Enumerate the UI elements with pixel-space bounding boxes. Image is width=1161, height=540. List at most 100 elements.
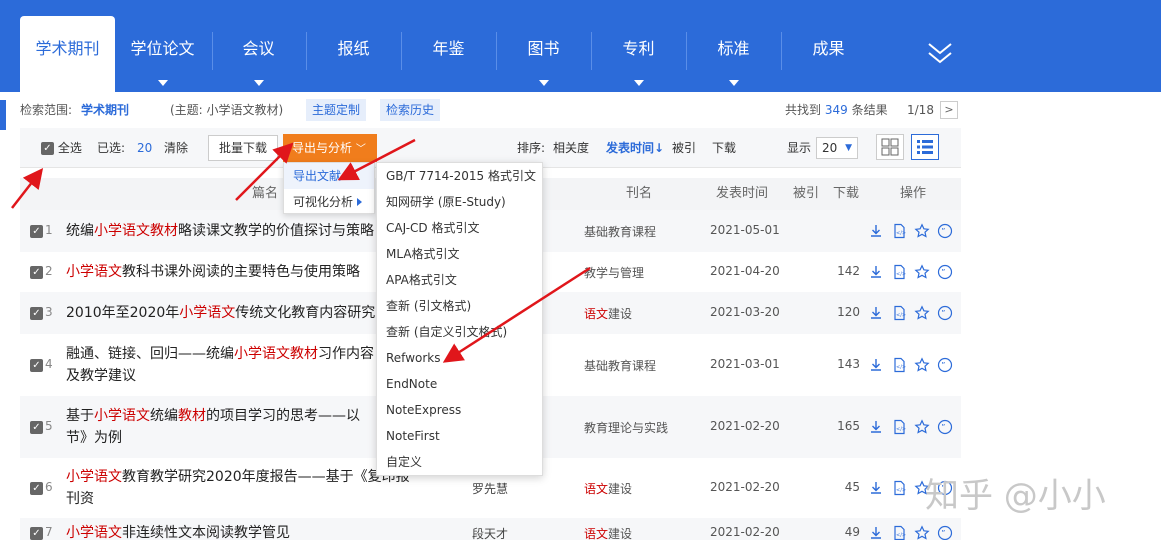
format-endnote[interactable]: EndNote <box>377 371 542 397</box>
format-noteexpress[interactable]: NoteExpress <box>377 397 542 423</box>
download-icon[interactable] <box>868 305 884 321</box>
row-title-link[interactable]: 融通、链接、回归——统编小学语文教材习作内容 及教学建议 <box>66 343 411 387</box>
row-source[interactable]: 语文建设 <box>584 480 632 497</box>
format-custom[interactable]: 自定义 <box>377 449 542 475</box>
sort-date[interactable]: 发表时间↓ <box>606 128 664 168</box>
tab-newspapers[interactable]: 报纸 <box>306 16 401 92</box>
header-download[interactable]: 下载 <box>833 178 859 210</box>
row-source[interactable]: 教育理论与实践 <box>584 419 668 436</box>
row-title-link[interactable]: 小学语文教科书课外阅读的主要特色与使用策略 <box>66 261 411 283</box>
row-title-link[interactable]: 基于小学语文统编教材的项目学习的思考——以 节》为例 <box>66 405 411 449</box>
row-checkbox[interactable]: ✓ <box>30 527 43 540</box>
quote-icon[interactable]: ” <box>937 357 953 373</box>
menu-item-visual-analysis[interactable]: 可视化分析 <box>284 189 374 215</box>
download-icon[interactable] <box>868 525 884 540</box>
download-icon[interactable] <box>868 480 884 496</box>
html-read-icon[interactable]: </> <box>891 264 907 280</box>
format-estudy[interactable]: 知网研学 (原E-Study) <box>377 189 542 215</box>
row-checkbox[interactable]: ✓ <box>30 421 43 434</box>
quote-icon[interactable]: ” <box>937 264 953 280</box>
row-checkbox[interactable]: ✓ <box>30 307 43 320</box>
quote-icon[interactable]: ” <box>937 305 953 321</box>
format-novelty-custom[interactable]: 查新 (自定义引文格式) <box>377 319 542 345</box>
format-gbt7714[interactable]: GB/T 7714-2015 格式引文 <box>377 163 542 189</box>
select-all-checkbox[interactable]: ✓ 全选 <box>41 128 82 168</box>
tab-yearbooks[interactable]: 年鉴 <box>401 16 496 92</box>
row-title-link[interactable]: 统编小学语文教材略读课文教学的价值探讨与策略 <box>66 220 411 242</box>
format-cajcd[interactable]: CAJ-CD 格式引文 <box>377 215 542 241</box>
page-size-select[interactable]: 20 ▼ <box>816 137 858 159</box>
html-read-icon[interactable]: </> <box>891 525 907 540</box>
row-author[interactable]: 罗先慧 <box>472 480 508 497</box>
search-history-button[interactable]: 检索历史 <box>380 99 441 121</box>
tab-achievements[interactable]: 成果 <box>781 16 876 92</box>
list-view-button[interactable] <box>911 134 939 160</box>
tab-academic-journals[interactable]: 学术期刊 <box>20 16 115 92</box>
row-source[interactable]: 语文建设 <box>584 525 632 540</box>
row-source[interactable]: 基础教育课程 <box>584 357 656 374</box>
row-checkbox[interactable]: ✓ <box>30 225 43 238</box>
format-notefirst[interactable]: NoteFirst <box>377 423 542 449</box>
svg-text:</>: </> <box>896 533 906 539</box>
sort-download[interactable]: 下载 <box>712 128 736 168</box>
export-analyze-button[interactable]: 导出与分析 ﹀ <box>283 134 377 162</box>
tab-books[interactable]: 图书 <box>496 16 591 92</box>
header-cited[interactable]: 被引 <box>793 178 819 210</box>
selected-count[interactable]: 20 <box>137 128 152 168</box>
clear-selection-button[interactable]: 清除 <box>164 128 188 168</box>
row-title-link[interactable]: 小学语文教育教学研究2020年度报告——基于《复印报刊资料·小学语文教与学》转载… <box>66 466 411 510</box>
star-icon[interactable] <box>914 419 930 435</box>
row-checkbox[interactable]: ✓ <box>30 482 43 495</box>
row-cited[interactable]: 143 <box>820 357 860 371</box>
row-author[interactable]: 段天才 <box>472 525 508 540</box>
row-cited[interactable]: 120 <box>820 305 860 319</box>
next-page-button[interactable]: > <box>940 101 958 119</box>
row-source[interactable]: 基础教育课程 <box>584 223 656 240</box>
topic-custom-button[interactable]: 主题定制 <box>306 99 367 121</box>
row-cited[interactable]: 142 <box>820 264 860 278</box>
scope-value[interactable]: 学术期刊 <box>81 95 129 125</box>
tab-patents[interactable]: 专利 <box>591 16 686 92</box>
format-apa[interactable]: APA格式引文 <box>377 267 542 293</box>
menu-item-export-docs[interactable]: 导出文献 <box>284 163 374 189</box>
row-checkbox[interactable]: ✓ <box>30 266 43 279</box>
row-source[interactable]: 语文建设 <box>584 305 632 322</box>
quote-icon[interactable]: ” <box>937 223 953 239</box>
star-icon[interactable] <box>914 223 930 239</box>
row-cited[interactable]: 45 <box>820 480 860 494</box>
star-icon[interactable] <box>914 305 930 321</box>
batch-download-button[interactable]: 批量下载 <box>208 135 279 161</box>
download-icon[interactable] <box>868 357 884 373</box>
tab-standards[interactable]: 标准 <box>686 16 781 92</box>
row-title-link[interactable]: 小学语文非连续性文本阅读教学管见 <box>66 522 411 540</box>
html-read-icon[interactable]: </> <box>891 357 907 373</box>
format-novelty[interactable]: 查新 (引文格式) <box>377 293 542 319</box>
quote-icon[interactable]: ” <box>937 419 953 435</box>
header-date[interactable]: 发表时间 <box>716 178 768 210</box>
download-icon[interactable] <box>868 223 884 239</box>
html-read-icon[interactable]: </> <box>891 305 907 321</box>
format-refworks[interactable]: Refworks <box>377 345 542 371</box>
row-cited[interactable]: 165 <box>820 419 860 433</box>
row-source[interactable]: 教学与管理 <box>584 264 644 281</box>
star-icon[interactable] <box>914 525 930 540</box>
side-collapse-tab[interactable] <box>0 100 6 130</box>
sort-relevance[interactable]: 相关度 <box>553 128 589 168</box>
star-icon[interactable] <box>914 264 930 280</box>
tab-conferences[interactable]: 会议 <box>212 16 305 92</box>
quote-icon[interactable]: ” <box>937 525 953 540</box>
download-icon[interactable] <box>868 419 884 435</box>
download-icon[interactable] <box>868 264 884 280</box>
sort-cited[interactable]: 被引 <box>672 128 696 168</box>
row-checkbox[interactable]: ✓ <box>30 359 43 372</box>
row-cited[interactable]: 49 <box>820 525 860 539</box>
html-read-icon[interactable]: </> <box>891 419 907 435</box>
html-read-icon[interactable]: </> <box>891 223 907 239</box>
double-chevron-down-icon[interactable] <box>926 40 954 66</box>
format-mla[interactable]: MLA格式引文 <box>377 241 542 267</box>
star-icon[interactable] <box>914 357 930 373</box>
html-read-icon[interactable]: </> <box>891 480 907 496</box>
row-title-link[interactable]: 2010年至2020年小学语文传统文化教育内容研究 <box>66 302 411 324</box>
tab-theses[interactable]: 学位论文 <box>115 16 210 92</box>
grid-view-button[interactable] <box>876 134 904 160</box>
